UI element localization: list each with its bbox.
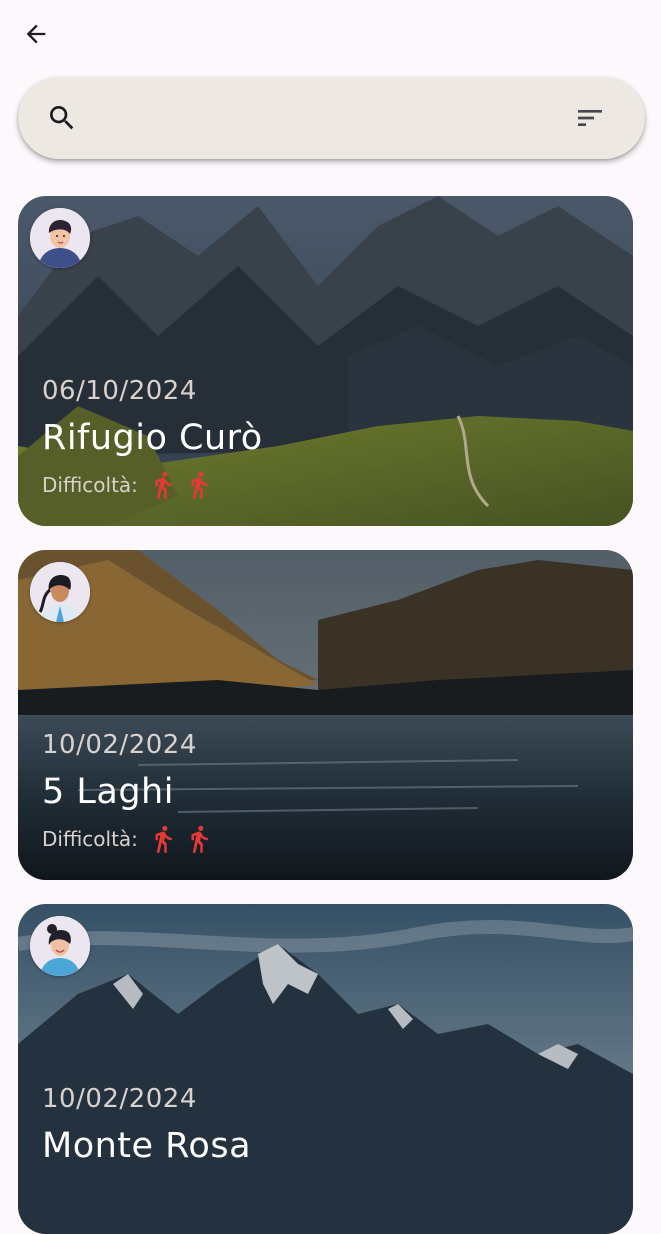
- card-background-image: [18, 904, 633, 1234]
- excursion-title: Monte Rosa: [42, 1126, 252, 1166]
- top-app-bar: [0, 0, 661, 70]
- search-icon[interactable]: [42, 98, 82, 138]
- search-bar[interactable]: [18, 77, 645, 159]
- difficulty-label: Difficoltà:: [42, 473, 138, 497]
- difficulty-row: Difficoltà:: [42, 822, 220, 856]
- avatar: [30, 562, 90, 622]
- filter-button[interactable]: [570, 98, 610, 138]
- difficulty-label: Difficoltà:: [42, 827, 138, 851]
- difficulty-row: Difficoltà:: [42, 468, 220, 502]
- hiker-icon: [191, 825, 208, 853]
- search-input[interactable]: [94, 97, 554, 139]
- excursion-date: 10/02/2024: [42, 1084, 197, 1114]
- excursion-title: 5 Laghi: [42, 772, 174, 812]
- hiker-icon: [155, 471, 172, 499]
- excursion-date: 06/10/2024: [42, 376, 197, 406]
- excursion-date: 10/02/2024: [42, 730, 197, 760]
- avatar: [30, 916, 90, 976]
- hiker-icon: [155, 825, 172, 853]
- excursion-card[interactable]: 10/02/2024 Monte Rosa: [18, 904, 633, 1234]
- excursion-title: Rifugio Curò: [42, 418, 263, 458]
- back-button[interactable]: [16, 14, 56, 54]
- excursion-card[interactable]: 06/10/2024 Rifugio Curò Difficoltà:: [18, 196, 633, 526]
- sort-filter-icon: [578, 110, 602, 126]
- arrow-back-icon: [26, 24, 46, 44]
- hiker-icon: [191, 471, 208, 499]
- avatar: [30, 208, 90, 268]
- excursion-card[interactable]: 10/02/2024 5 Laghi Difficoltà:: [18, 550, 633, 880]
